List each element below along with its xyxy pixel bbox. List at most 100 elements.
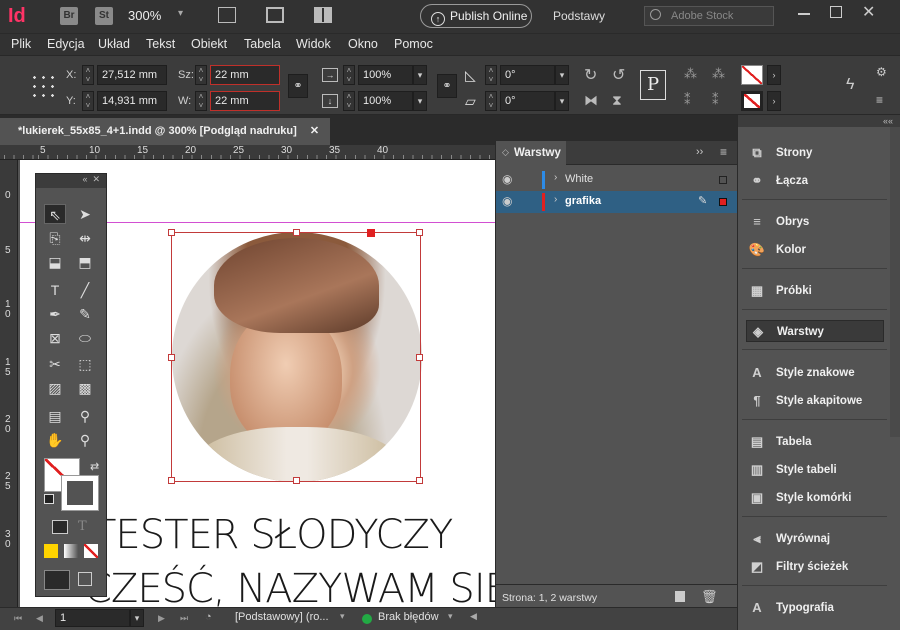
- dock-warstwy[interactable]: ◈ Warstwy: [746, 320, 884, 342]
- selection-tool-icon[interactable]: ⇖: [44, 204, 66, 224]
- menu-pomoc[interactable]: Pomoc: [394, 37, 433, 51]
- page-number-field[interactable]: 1: [55, 609, 130, 627]
- reference-point-icon[interactable]: [30, 73, 56, 99]
- width-field[interactable]: 22 mm: [210, 65, 280, 85]
- page-dropdown[interactable]: ▾: [130, 609, 144, 627]
- visibility-eye-icon[interactable]: ◉: [502, 172, 512, 186]
- layers-menu-icon[interactable]: ≡: [720, 145, 727, 159]
- next-page-icon[interactable]: ▶: [158, 613, 165, 624]
- document-tab[interactable]: *lukierek_55x85_4+1.indd @ 300% [Podgląd…: [0, 118, 330, 145]
- headline-text[interactable]: TESTER SŁODYCZY: [92, 512, 453, 558]
- preflight-status[interactable]: Brak błędów: [378, 611, 439, 623]
- content-collector-icon[interactable]: ⬓: [44, 252, 66, 272]
- layer-row-grafika[interactable]: ◉ › grafika ✎: [496, 191, 738, 213]
- hand-tool-icon[interactable]: ✋: [44, 430, 66, 450]
- gradient-swatch-tool-icon[interactable]: ▨: [44, 378, 66, 398]
- select-container-icon[interactable]: ⁂: [684, 66, 697, 82]
- select-previous-icon[interactable]: ⁑: [684, 92, 691, 108]
- settings-gear-icon[interactable]: ⚙: [876, 65, 887, 79]
- rectangle-frame-tool-icon[interactable]: ⊠: [44, 328, 66, 348]
- scale-x-dropdown[interactable]: ▾: [413, 65, 427, 85]
- menu-okno[interactable]: Okno: [348, 37, 378, 51]
- master-dropdown-icon[interactable]: ▾: [340, 611, 345, 622]
- bridge-button[interactable]: Br: [60, 7, 78, 25]
- scale-y-field[interactable]: 100%: [358, 91, 413, 111]
- rotate-dropdown[interactable]: ▾: [555, 65, 569, 85]
- screen-mode-icon[interactable]: [266, 7, 284, 23]
- normal-view-icon[interactable]: [44, 570, 70, 590]
- resize-handle[interactable]: [168, 477, 175, 484]
- subheadline-text[interactable]: CZEŚĆ, NAZYWAM SIE: [84, 566, 496, 610]
- maximize-button[interactable]: [830, 6, 842, 18]
- x-field[interactable]: 27,512 mm: [97, 65, 167, 85]
- flip-horizontal-icon[interactable]: ⧓: [584, 92, 598, 109]
- type-tool-icon[interactable]: T: [44, 280, 66, 300]
- ellipse-tool-icon[interactable]: ⬭: [74, 328, 96, 348]
- zoom-tool-icon[interactable]: ⚲: [74, 430, 96, 450]
- master-style-field[interactable]: [Podstawowy] (ro...: [235, 611, 329, 623]
- dock-style-tabeli[interactable]: ▥ Style tabeli: [746, 459, 886, 481]
- menu-uklad[interactable]: Układ: [98, 37, 130, 51]
- resize-handle[interactable]: [293, 477, 300, 484]
- menu-obiekt[interactable]: Obiekt: [191, 37, 227, 51]
- stroke-swatch[interactable]: [741, 91, 763, 111]
- resize-handle[interactable]: [168, 229, 175, 236]
- content-grabber[interactable]: [367, 229, 375, 237]
- free-transform-tool-icon[interactable]: ⬚: [74, 354, 96, 374]
- layer-name[interactable]: White: [565, 173, 593, 185]
- apply-color-icon[interactable]: [44, 544, 58, 558]
- preview-mode-icon[interactable]: [78, 572, 92, 586]
- direction-p-icon[interactable]: P: [640, 70, 666, 100]
- resize-handle[interactable]: [416, 229, 423, 236]
- publish-online-button[interactable]: ↑ Publish Online: [420, 4, 532, 28]
- x-stepper[interactable]: ˄ ˅: [82, 65, 94, 85]
- page-tool-icon[interactable]: ⎘: [44, 228, 66, 248]
- shear-angle-field[interactable]: 0°: [500, 91, 555, 111]
- trash-icon[interactable]: 🗑: [701, 589, 718, 605]
- line-tool-icon[interactable]: ╱: [74, 280, 96, 300]
- shear-stepper[interactable]: ˄ ˅: [485, 91, 497, 111]
- menu-plik[interactable]: Plik: [11, 37, 31, 51]
- rotate-angle-field[interactable]: 0°: [500, 65, 555, 85]
- dock-style-akapitowe[interactable]: ¶ Style akapitowe: [746, 390, 886, 412]
- rotate-cw-icon[interactable]: ↻: [584, 65, 597, 85]
- dock-wyrownaj[interactable]: ⫷ Wyrównaj: [746, 528, 886, 550]
- selection-frame[interactable]: [168, 229, 423, 484]
- close-window-button[interactable]: ✕: [862, 2, 875, 22]
- dock-kolor[interactable]: 🎨 Kolor: [746, 239, 886, 261]
- view-options-icon[interactable]: [218, 7, 236, 23]
- zoom-level[interactable]: 300%: [128, 8, 161, 23]
- dock-lacza[interactable]: ⚭ Łącza: [746, 170, 886, 192]
- dock-style-komorki[interactable]: ▣ Style komórki: [746, 487, 886, 509]
- dock-scrollbar[interactable]: [890, 127, 900, 437]
- formatting-text-icon[interactable]: T: [78, 519, 87, 534]
- close-tab-icon[interactable]: ✕: [310, 125, 319, 137]
- y-field[interactable]: 14,931 mm: [97, 91, 167, 111]
- direct-selection-tool-icon[interactable]: ➤: [74, 204, 96, 224]
- menu-edycja[interactable]: Edycja: [47, 37, 85, 51]
- dock-filtry-sciezek[interactable]: ◩ Filtry ścieżek: [746, 556, 886, 578]
- default-colors-icon[interactable]: [44, 494, 54, 504]
- width-stepper[interactable]: ˄ ˅: [195, 65, 207, 85]
- arrange-documents-icon[interactable]: [314, 7, 332, 23]
- height-stepper[interactable]: ˄ ˅: [195, 91, 207, 111]
- dock-tabela[interactable]: ▤ Tabela: [746, 431, 886, 453]
- constrain-proportions-icon[interactable]: ⚭: [288, 74, 308, 98]
- shear-dropdown[interactable]: ▾: [555, 91, 569, 111]
- expand-panel-icon[interactable]: ››: [696, 146, 703, 158]
- visibility-eye-icon[interactable]: ◉: [502, 194, 512, 208]
- y-stepper[interactable]: ˄ ˅: [82, 91, 94, 111]
- workspace-switcher[interactable]: Podstawy: [553, 9, 605, 23]
- stroke-color-swatch[interactable]: [61, 475, 99, 511]
- select-next-icon[interactable]: ⁑: [712, 92, 719, 108]
- scale-y-stepper[interactable]: ˄ ˅: [343, 91, 355, 111]
- layer-name[interactable]: grafika: [565, 195, 601, 207]
- gap-tool-icon[interactable]: ⇹: [74, 228, 96, 248]
- dock-obrys[interactable]: ≡ Obrys: [746, 211, 886, 233]
- scissors-tool-icon[interactable]: ✂: [44, 354, 66, 374]
- layer-row-white[interactable]: ◉ › White: [496, 169, 738, 191]
- menu-widok[interactable]: Widok: [296, 37, 331, 51]
- panel-menu-icon[interactable]: ≡: [876, 93, 883, 107]
- first-page-icon[interactable]: ⏮: [14, 613, 22, 624]
- adobe-stock-search-input[interactable]: Adobe Stock: [644, 6, 774, 26]
